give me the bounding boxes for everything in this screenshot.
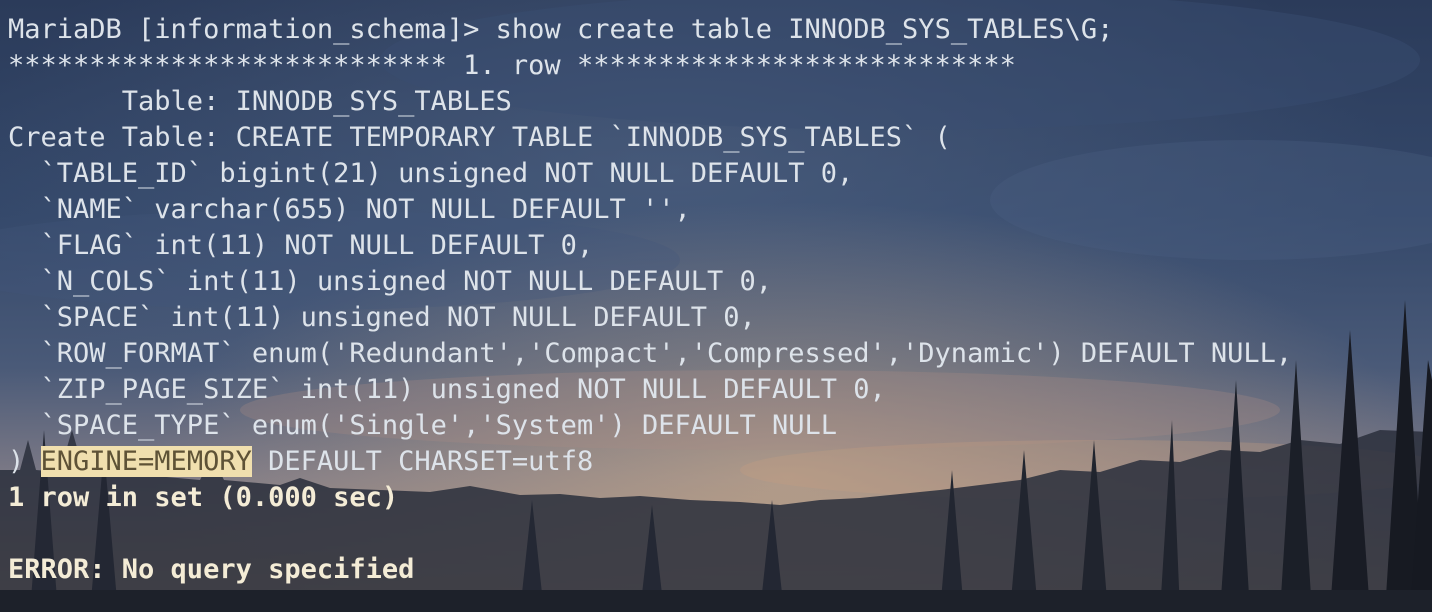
closing-suffix: DEFAULT CHARSET=utf8 (251, 446, 594, 477)
result-summary: 1 row in set (0.000 sec) (8, 482, 399, 513)
terminal-output[interactable]: MariaDB [information_schema]> show creat… (0, 0, 1432, 612)
closing-line: ) ENGINE=MEMORY DEFAULT CHARSET=utf8 (8, 444, 1432, 480)
command-prompt-line: MariaDB [information_schema]> show creat… (8, 12, 1432, 48)
column-definition-line: `ROW_FORMAT` enum('Redundant','Compact',… (8, 338, 1293, 369)
table-name-line: Table: INNODB_SYS_TABLES (8, 86, 512, 117)
prompt: MariaDB [information_schema]> (8, 14, 496, 45)
closing-prefix: ) (8, 446, 41, 477)
text-selection-highlight[interactable]: ENGINE=MEMORY (40, 446, 252, 477)
column-definition-line: `FLAG` int(11) NOT NULL DEFAULT 0, (8, 230, 594, 261)
column-definition-line: `TABLE_ID` bigint(21) unsigned NOT NULL … (8, 158, 854, 189)
column-definition-line: `SPACE` int(11) unsigned NOT NULL DEFAUL… (8, 302, 756, 333)
column-definition-line: `N_COLS` int(11) unsigned NOT NULL DEFAU… (8, 266, 773, 297)
row-separator: *************************** 1. row *****… (8, 50, 1016, 81)
column-definition-line: `NAME` varchar(655) NOT NULL DEFAULT '', (8, 194, 691, 225)
error-message: ERROR: No query specified (8, 554, 415, 585)
create-table-line: Create Table: CREATE TEMPORARY TABLE `IN… (8, 122, 951, 153)
command-text: show create table INNODB_SYS_TABLES\G; (495, 14, 1114, 45)
column-definition-line: `ZIP_PAGE_SIZE` int(11) unsigned NOT NUL… (8, 374, 886, 405)
column-definition-line: `SPACE_TYPE` enum('Single','System') DEF… (8, 410, 838, 441)
